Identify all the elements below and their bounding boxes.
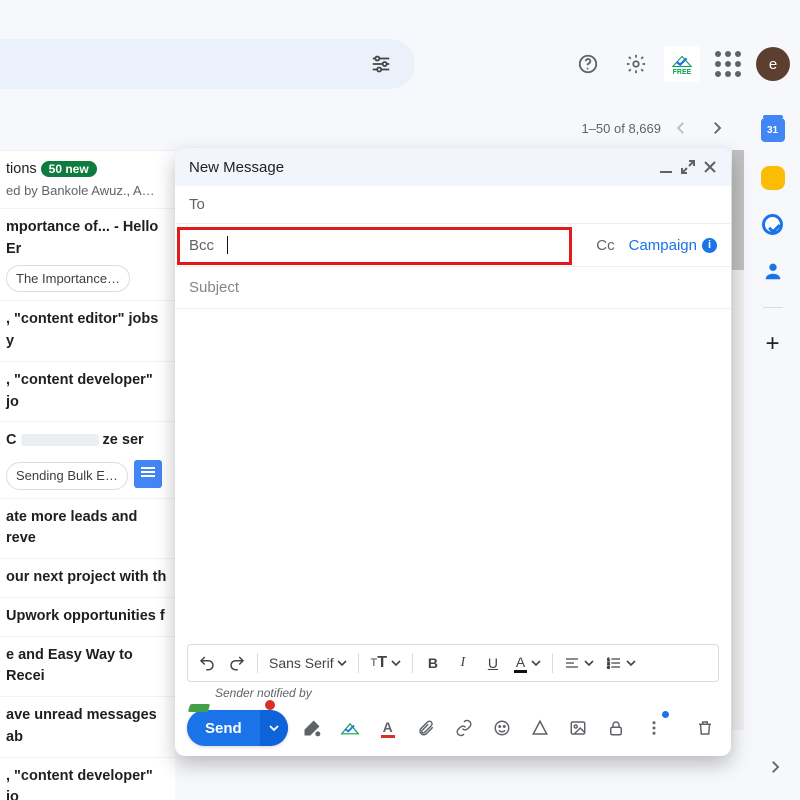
insert-link-icon[interactable]: [450, 714, 478, 742]
list-toolbar: 1–50 of 8,669: [0, 108, 745, 148]
list-scrollbar[interactable]: [732, 150, 744, 730]
help-icon[interactable]: [568, 44, 608, 84]
attach-icon[interactable]: [412, 714, 440, 742]
sender-notified-text: Sender notified by: [175, 682, 328, 700]
extension-free-icon[interactable]: FREE: [664, 46, 700, 82]
redo-icon[interactable]: [224, 649, 250, 677]
account-avatar[interactable]: e: [756, 47, 790, 81]
info-icon: i: [702, 238, 717, 253]
category-row[interactable]: tions 50 new ed by Bankole Awuz., A…: [0, 151, 175, 209]
italic-icon[interactable]: I: [450, 649, 476, 677]
contacts-icon[interactable]: [761, 259, 785, 283]
sidepanel-divider: [763, 307, 783, 308]
search-bar[interactable]: [0, 39, 415, 89]
svg-text:3: 3: [607, 664, 610, 669]
bold-icon[interactable]: B: [420, 649, 446, 677]
more-options-icon[interactable]: [640, 714, 668, 742]
attachment-chip[interactable]: Sending Bulk E…: [6, 462, 128, 490]
extension-free-label: FREE: [673, 69, 692, 76]
compose-window: New Message To Bcc Cc Campaign i Subject: [175, 148, 731, 756]
bcc-label: Bcc: [189, 237, 214, 254]
formatting-toolbar: Sans Serif TT B I U A 123: [187, 644, 719, 682]
email-list: tions 50 new ed by Bankole Awuz., A… mpo…: [0, 150, 175, 800]
search-options-icon[interactable]: [361, 44, 401, 84]
list-item[interactable]: , "content developer" jo: [0, 362, 175, 423]
list-item[interactable]: , "content developer" jo: [0, 758, 175, 800]
notification-dot-icon: [662, 711, 669, 718]
new-count-badge: 50 new: [41, 161, 97, 177]
compose-title: New Message: [189, 159, 284, 176]
align-icon[interactable]: [560, 649, 598, 677]
list-item[interactable]: ate more leads and reve: [0, 499, 175, 560]
keep-icon[interactable]: [761, 166, 785, 190]
compose-body[interactable]: [175, 309, 731, 644]
calendar-icon[interactable]: 31: [761, 118, 785, 142]
list-item[interactable]: Upwork opportunities f: [0, 598, 175, 637]
font-size-icon[interactable]: TT: [366, 649, 404, 677]
header-right-cluster: FREE e: [568, 44, 800, 84]
send-split-button: Send: [187, 710, 288, 746]
google-doc-icon[interactable]: [134, 460, 162, 488]
subject-field[interactable]: Subject: [175, 267, 731, 309]
attachment-chip[interactable]: The Importance…: [6, 265, 130, 293]
tracker-strip: Sender notified by: [175, 682, 731, 700]
emoji-icon[interactable]: [488, 714, 516, 742]
cc-toggle[interactable]: Cc: [596, 237, 614, 254]
to-field[interactable]: To: [175, 186, 731, 224]
send-more-button[interactable]: [260, 710, 288, 746]
top-header: FREE e: [0, 36, 800, 92]
bcc-field[interactable]: Bcc Cc Campaign i: [175, 224, 731, 267]
mail-track-icon[interactable]: [336, 714, 364, 742]
list-item[interactable]: ave unread messages ab: [0, 697, 175, 758]
next-page-icon[interactable]: [701, 112, 733, 144]
list-item[interactable]: C ze ser Sending Bulk E…: [0, 422, 175, 498]
list-item[interactable]: mportance of... - Hello Er The Importanc…: [0, 209, 175, 301]
settings-gear-icon[interactable]: [616, 44, 656, 84]
campaign-link[interactable]: Campaign i: [629, 237, 717, 254]
add-addon-icon[interactable]: +: [761, 332, 785, 356]
list-icon[interactable]: 123: [602, 649, 640, 677]
tasks-icon[interactable]: [762, 214, 783, 235]
page-range: 1–50 of 8,669: [581, 121, 661, 136]
undo-icon[interactable]: [194, 649, 220, 677]
side-panel: 31 +: [745, 108, 800, 768]
drive-icon[interactable]: [526, 714, 554, 742]
show-sidepanel-icon[interactable]: [758, 750, 792, 784]
signature-icon[interactable]: [298, 714, 326, 742]
font-select[interactable]: Sans Serif: [265, 649, 351, 677]
list-item[interactable]: , "content editor" jobs y: [0, 301, 175, 362]
fullscreen-icon[interactable]: [681, 160, 695, 174]
compose-header[interactable]: New Message: [175, 148, 731, 186]
compose-action-bar: Send A: [175, 700, 731, 756]
category-subtext: ed by Bankole Awuz., A…: [6, 181, 169, 201]
send-button[interactable]: Send: [187, 710, 260, 746]
tracker-logo-icon: [188, 704, 211, 712]
list-item[interactable]: e and Easy Way to Recei: [0, 637, 175, 698]
confidential-lock-icon[interactable]: [602, 714, 630, 742]
discard-trash-icon[interactable]: [691, 714, 719, 742]
to-label: To: [189, 196, 205, 213]
insert-photo-icon[interactable]: [564, 714, 592, 742]
text-caret: [227, 236, 228, 254]
status-dot-icon: [265, 700, 275, 710]
close-icon[interactable]: [703, 160, 717, 174]
text-format-icon[interactable]: A: [374, 714, 402, 742]
text-color-icon[interactable]: A: [510, 649, 545, 677]
google-apps-icon[interactable]: [708, 44, 748, 84]
list-item[interactable]: our next project with th: [0, 559, 175, 598]
prev-page-icon[interactable]: [665, 112, 697, 144]
underline-icon[interactable]: U: [480, 649, 506, 677]
bcc-highlight-box: [177, 227, 572, 265]
minimize-icon[interactable]: [659, 160, 673, 174]
redacted-strip: [21, 434, 99, 446]
